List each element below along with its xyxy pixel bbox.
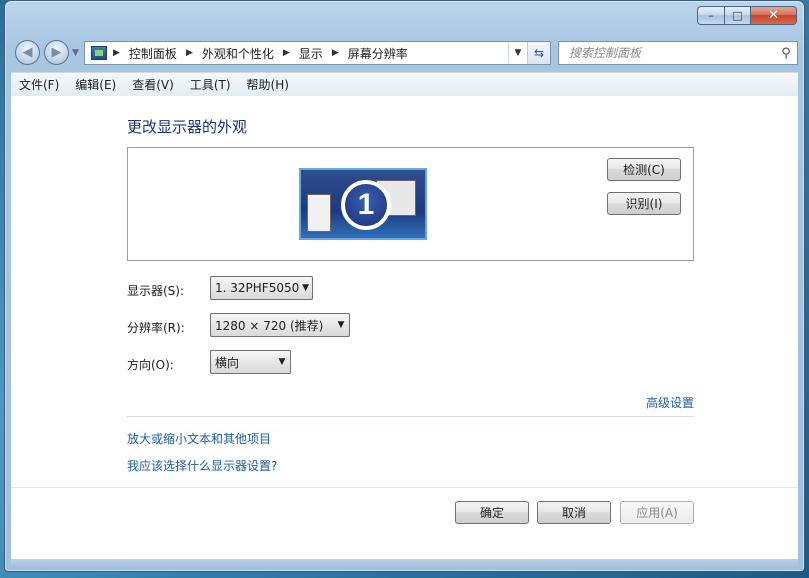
detect-button[interactable]: 检测(C)	[607, 158, 681, 181]
control-panel-window: – □ ✕ ◀ ▶ ▼ ▶ 控制面板 ▶ 外观和个性化 ▶ 显示 ▶ 屏幕分辨率…	[4, 0, 805, 572]
resolution-label: 分辨率(R):	[127, 321, 185, 335]
recent-pages-dropdown-icon[interactable]: ▼	[72, 48, 79, 58]
window-caption-buttons: – □ ✕	[697, 6, 797, 25]
minimize-icon: –	[708, 9, 714, 22]
breadcrumb-separator-icon[interactable]: ▶	[283, 48, 290, 58]
back-arrow-icon: ◀	[22, 45, 33, 60]
orientation-select-value: 横向	[215, 355, 240, 370]
breadcrumb-control-panel[interactable]: 控制面板	[129, 45, 177, 62]
chevron-down-icon: ▼	[278, 357, 286, 367]
forward-button[interactable]: ▶	[44, 40, 69, 65]
window-thumbnail-icon	[307, 194, 331, 232]
menu-edit[interactable]: 编辑(E)	[67, 74, 124, 96]
menu-help[interactable]: 帮助(H)	[239, 74, 297, 96]
content-area: 更改显示器的外观 1 检测(C) 识别(I) 显示器(S): 1. 32PHF5…	[11, 96, 798, 560]
orientation-label: 方向(O):	[127, 358, 174, 372]
refresh-icon[interactable]: ⇆	[527, 42, 550, 64]
which-settings-link[interactable]: 我应该选择什么显示器设置?	[127, 457, 277, 474]
breadcrumb-separator-icon[interactable]: ▶	[332, 48, 339, 58]
control-panel-icon	[91, 46, 107, 60]
address-bar[interactable]: ▶ 控制面板 ▶ 外观和个性化 ▶ 显示 ▶ 屏幕分辨率 ▼ ⇆	[84, 41, 551, 65]
orientation-select[interactable]: 横向 ▼	[210, 350, 291, 374]
minimize-button[interactable]: –	[697, 6, 724, 25]
navigation-bar: ◀ ▶ ▼ ▶ 控制面板 ▶ 外观和个性化 ▶ 显示 ▶ 屏幕分辨率 ▼ ⇆ ⚲	[13, 39, 798, 67]
close-button[interactable]: ✕	[751, 6, 797, 25]
apply-button[interactable]: 应用(A)	[620, 501, 694, 524]
page-title: 更改显示器的外观	[127, 118, 248, 136]
cancel-button[interactable]: 取消	[537, 501, 611, 524]
divider	[127, 416, 694, 417]
chevron-down-icon: ▼	[337, 320, 345, 330]
display-select-value: 1. 32PHF5050	[215, 281, 300, 295]
search-input[interactable]	[567, 42, 775, 64]
resolution-select[interactable]: 1280 × 720 (推荐) ▼	[210, 313, 350, 337]
text-size-link[interactable]: 放大或缩小文本和其他项目	[127, 430, 271, 447]
close-icon: ✕	[768, 8, 779, 23]
breadcrumb-screen-resolution[interactable]: 屏幕分辨率	[348, 45, 408, 62]
search-icon[interactable]: ⚲	[775, 46, 797, 61]
breadcrumb-separator-icon[interactable]: ▶	[113, 48, 120, 58]
resolution-select-value: 1280 × 720 (推荐)	[215, 318, 324, 333]
menu-tools[interactable]: 工具(T)	[182, 74, 239, 96]
search-box: ⚲	[558, 41, 798, 65]
monitor-number-badge: 1	[341, 180, 391, 230]
maximize-icon: □	[732, 9, 743, 22]
breadcrumb-separator-icon[interactable]: ▶	[186, 48, 193, 58]
advanced-settings-link[interactable]: 高级设置	[646, 394, 694, 411]
window-bottom-frame	[11, 559, 798, 567]
footer-divider	[11, 487, 798, 488]
menu-bar: 文件(F) 编辑(E) 查看(V) 工具(T) 帮助(H)	[11, 72, 798, 97]
back-button[interactable]: ◀	[15, 40, 40, 65]
monitor-thumbnail[interactable]: 1	[299, 168, 427, 240]
menu-view[interactable]: 查看(V)	[124, 74, 182, 96]
monitor-preview-panel: 1 检测(C) 识别(I)	[127, 147, 694, 261]
identify-button[interactable]: 识别(I)	[607, 192, 681, 215]
breadcrumb-display[interactable]: 显示	[299, 45, 323, 62]
display-label: 显示器(S):	[127, 284, 185, 298]
chevron-down-icon: ▼	[302, 283, 310, 293]
ok-button[interactable]: 确定	[455, 501, 529, 524]
maximize-button[interactable]: □	[724, 6, 751, 25]
breadcrumb-appearance[interactable]: 外观和个性化	[202, 45, 274, 62]
display-select[interactable]: 1. 32PHF5050 ▼	[210, 276, 313, 300]
menu-file[interactable]: 文件(F)	[11, 74, 67, 96]
address-dropdown-icon[interactable]: ▼	[508, 42, 527, 64]
forward-arrow-icon: ▶	[51, 45, 62, 60]
